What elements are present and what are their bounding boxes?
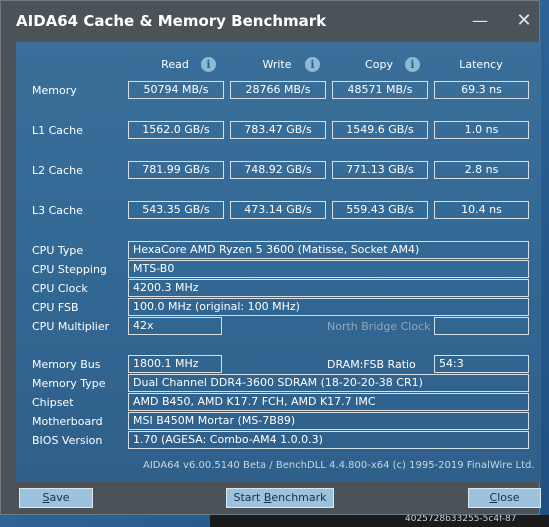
cpu-type-value: HexaCore AMD Ryzen 5 3600 (Matisse, Sock…	[128, 241, 529, 259]
row-label-memory: Memory	[32, 84, 77, 97]
dram-fsb-ratio-value: 54:3	[434, 355, 529, 373]
background-text: 4025728b33255-5c4f-87	[405, 514, 517, 524]
background-window-fragment: 4025728b33255-5c4f-87	[210, 514, 549, 527]
cpu-fsb-value: 100.0 MHz (original: 100 MHz)	[128, 298, 529, 316]
memory-copy-value: 48571 MB/s	[332, 81, 428, 99]
memory-type-label: Memory Type	[32, 377, 106, 390]
memory-latency-value: 69.3 ns	[434, 81, 529, 99]
bios-version-value: 1.70 (AGESA: Combo-AM4 1.0.0.3)	[128, 431, 529, 449]
l2-write-value: 748.92 GB/s	[230, 161, 326, 179]
copy-info-icon[interactable]: i	[405, 57, 420, 72]
l2-read-value: 781.99 GB/s	[128, 161, 224, 179]
cpu-clock-label: CPU Clock	[32, 282, 88, 295]
benchmark-window: AIDA64 Cache & Memory Benchmark — ✕ Read…	[0, 0, 541, 515]
start-label-rest: enchmark	[271, 491, 327, 504]
minimize-icon[interactable]: —	[468, 10, 492, 32]
motherboard-value: MSI B450M Mortar (MS-7B89)	[128, 412, 529, 430]
window-title: AIDA64 Cache & Memory Benchmark	[16, 12, 327, 30]
memory-bus-label: Memory Bus	[32, 358, 101, 371]
start-benchmark-button[interactable]: Start Benchmark	[226, 488, 334, 508]
cpu-type-label: CPU Type	[32, 244, 84, 257]
client-area: Read i Write i Copy i Latency Memory 507…	[16, 42, 541, 482]
latency-header: Latency	[459, 58, 503, 71]
chipset-value: AMD B450, AMD K17.7 FCH, AMD K17.7 IMC	[128, 393, 529, 411]
north-bridge-clock-label: North Bridge Clock	[327, 320, 431, 333]
l1-read-value: 1562.0 GB/s	[128, 121, 224, 139]
cpu-fsb-label: CPU FSB	[32, 301, 79, 314]
cpu-clock-value: 4200.3 MHz	[128, 279, 529, 297]
l3-copy-value: 559.43 GB/s	[332, 201, 428, 219]
l1-latency-value: 1.0 ns	[434, 121, 529, 139]
memory-write-value: 28766 MB/s	[230, 81, 326, 99]
cpu-stepping-label: CPU Stepping	[32, 263, 107, 276]
close-label-rest: lose	[497, 491, 520, 504]
row-label-l1-cache: L1 Cache	[32, 124, 83, 137]
save-button[interactable]: Save	[19, 488, 93, 508]
read-info-icon[interactable]: i	[201, 57, 216, 72]
cpu-multiplier-label: CPU Multiplier	[32, 320, 110, 333]
l3-latency-value: 10.4 ns	[434, 201, 529, 219]
dram-fsb-ratio-label: DRAM:FSB Ratio	[327, 358, 416, 371]
l1-write-value: 783.47 GB/s	[230, 121, 326, 139]
motherboard-label: Motherboard	[32, 415, 103, 428]
l3-read-value: 543.35 GB/s	[128, 201, 224, 219]
memory-type-value: Dual Channel DDR4-3600 SDRAM (18-20-20-3…	[128, 374, 529, 392]
close-icon[interactable]: ✕	[512, 10, 536, 32]
l2-latency-value: 2.8 ns	[434, 161, 529, 179]
title-bar[interactable]: AIDA64 Cache & Memory Benchmark — ✕	[1, 1, 539, 41]
start-label-first: Start	[233, 491, 264, 504]
copyright-footer: AIDA64 v6.00.5140 Beta / BenchDLL 4.4.80…	[143, 460, 535, 471]
l1-copy-value: 1549.6 GB/s	[332, 121, 428, 139]
north-bridge-clock-value	[434, 317, 529, 335]
bios-version-label: BIOS Version	[32, 434, 103, 447]
memory-bus-value: 1800.1 MHz	[128, 355, 222, 373]
cpu-multiplier-value: 42x	[128, 317, 222, 335]
memory-read-value: 50794 MB/s	[128, 81, 224, 99]
row-label-l2-cache: L2 Cache	[32, 164, 83, 177]
l2-copy-value: 771.13 GB/s	[332, 161, 428, 179]
chipset-label: Chipset	[32, 396, 74, 409]
write-info-icon[interactable]: i	[305, 57, 320, 72]
row-label-l3-cache: L3 Cache	[32, 204, 83, 217]
cpu-stepping-value: MTS-B0	[128, 260, 529, 278]
l3-write-value: 473.14 GB/s	[230, 201, 326, 219]
save-label-rest: ave	[49, 491, 70, 504]
close-button[interactable]: Close	[468, 488, 541, 508]
